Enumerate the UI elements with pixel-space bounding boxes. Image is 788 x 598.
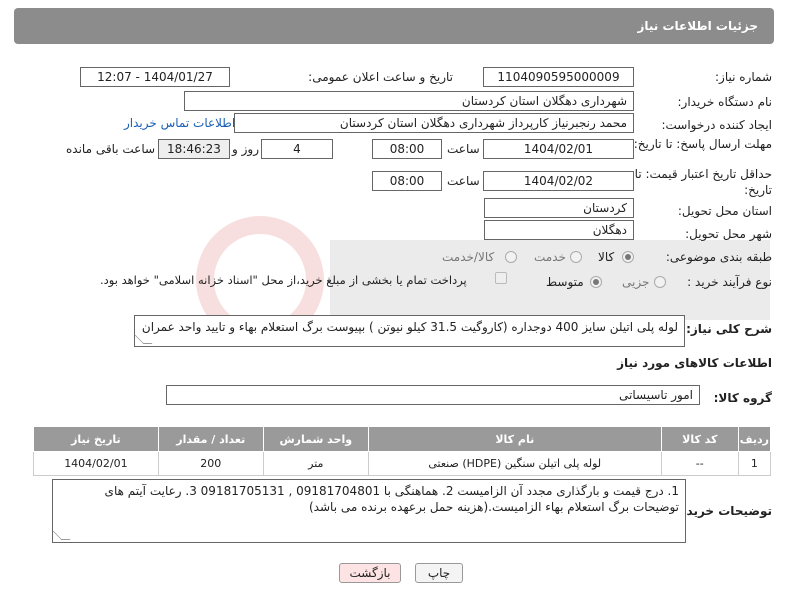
col-header-item-code: کد کالا xyxy=(660,426,739,452)
delivery-city-label: شهر محل تحویل: xyxy=(685,227,772,241)
col-header-item-name: نام کالا xyxy=(367,426,662,452)
table-header-row: ردیف کد کالا نام کالا واحد شمارش تعداد /… xyxy=(33,426,772,452)
general-desc-label: شرح کلی نیاز: xyxy=(686,322,772,336)
general-desc-text: لوله پلی اتیلن سایز 400 دوجداره (کاروگیت… xyxy=(141,320,678,334)
resize-handle[interactable] xyxy=(134,335,153,344)
price-validity-time-field: 08:00 xyxy=(372,171,442,191)
resize-handle[interactable] xyxy=(52,531,71,540)
category-label: طبقه بندی موضوعی: xyxy=(665,250,772,264)
goods-info-title: اطلاعات کالاهای مورد نیاز xyxy=(617,356,772,370)
category-option-goods-service: کالا/خدمت xyxy=(442,250,495,264)
need-number-field: 1104090595000009 xyxy=(483,67,634,87)
remaining-time-field: 18:46:23 xyxy=(158,139,230,159)
page-header: جزئیات اطلاعات نیاز xyxy=(14,8,774,44)
cell-unit: متر xyxy=(262,451,369,476)
goods-table: ردیف کد کالا نام کالا واحد شمارش تعداد /… xyxy=(33,426,772,476)
buyer-org-field: شهرداری دهگلان استان کردستان xyxy=(184,91,634,111)
table-row: 1 -- لوله پلی اتیلن سنگین (HDPE) صنعتی م… xyxy=(33,451,772,476)
category-option-service: خدمت xyxy=(534,250,566,264)
purchase-type-label: نوع فرآیند خرید : xyxy=(687,275,772,289)
price-validity-time-label: ساعت xyxy=(447,174,480,188)
deadline-date-field: 1404/02/01 xyxy=(483,139,634,159)
goods-group-field: امور تاسیساتی xyxy=(166,385,700,405)
category-option-goods: کالا xyxy=(598,250,615,264)
delivery-province-field: کردستان xyxy=(484,198,634,218)
general-desc-field: لوله پلی اتیلن سایز 400 دوجداره (کاروگیت… xyxy=(134,315,685,347)
treasury-checkbox[interactable] xyxy=(495,272,507,284)
buyer-notes-field: 1. درج قیمت و بارگذاری مجدد آن الزامیست … xyxy=(52,479,686,543)
price-validity-date-field: 1404/02/02 xyxy=(483,171,634,191)
category-radio-goods[interactable] xyxy=(622,251,634,263)
col-header-row-number: ردیف xyxy=(737,426,772,452)
deadline-time-field: 08:00 xyxy=(372,139,442,159)
page-title: جزئیات اطلاعات نیاز xyxy=(637,19,758,33)
buyer-notes-line-2: توضیحات برگ استعلام بهاء الزامیست.(هزینه… xyxy=(309,500,679,514)
buyer-notes-line-1: 1. درج قیمت و بارگذاری مجدد آن الزامیست … xyxy=(104,484,679,498)
back-button[interactable]: بازگشت xyxy=(339,563,401,583)
category-radio-service[interactable] xyxy=(570,251,582,263)
treasury-note: پرداخت تمام یا بخشی از مبلغ خرید،از محل … xyxy=(100,273,467,287)
col-header-quantity: تعداد / مقدار xyxy=(157,426,264,452)
need-number-label: شماره نیاز: xyxy=(715,70,772,84)
purchase-radio-medium[interactable] xyxy=(590,276,602,288)
purchase-radio-minor[interactable] xyxy=(654,276,666,288)
delivery-province-label: استان محل تحویل: xyxy=(677,204,772,218)
purchase-option-minor: جزیی xyxy=(622,275,650,289)
deadline-days-label: روز و xyxy=(232,142,259,156)
announce-field: 1404/01/27 - 12:07 xyxy=(80,67,230,87)
buyer-contact-link[interactable]: اطلاعات تماس خریدار xyxy=(124,116,235,130)
cell-quantity: 200 xyxy=(157,451,264,476)
announce-label: تاریخ و ساعت اعلان عمومی: xyxy=(308,70,453,84)
price-validity-label: حداقل تاریخ اعتبار قیمت: تا تاریخ: xyxy=(634,167,772,197)
print-button[interactable]: چاپ xyxy=(415,563,463,583)
purchase-option-medium: متوسط xyxy=(546,275,584,289)
remaining-time-label: ساعت باقی مانده xyxy=(66,142,156,156)
requester-label: ایجاد کننده درخواست: xyxy=(661,118,772,132)
deadline-label: مهلت ارسال پاسخ: تا تاریخ: xyxy=(633,137,772,151)
deadline-time-label: ساعت xyxy=(447,142,480,156)
col-header-unit: واحد شمارش xyxy=(262,426,369,452)
category-radio-goods-service[interactable] xyxy=(505,251,517,263)
col-header-need-date: تاریخ نیاز xyxy=(33,426,159,452)
requester-field: محمد رنجبرنیاز کارپرداز شهرداری دهگلان ا… xyxy=(234,113,634,133)
cell-need-date: 1404/02/01 xyxy=(33,451,159,476)
cell-item-code: -- xyxy=(660,451,739,476)
cell-row-number: 1 xyxy=(737,451,772,476)
cell-item-name: لوله پلی اتیلن سنگین (HDPE) صنعتی xyxy=(367,451,662,476)
delivery-city-field: دهگلان xyxy=(484,220,634,240)
goods-group-label: گروه کالا: xyxy=(713,391,772,405)
buyer-org-label: نام دستگاه خریدار: xyxy=(677,95,773,109)
deadline-days-field: 4 xyxy=(261,139,333,159)
